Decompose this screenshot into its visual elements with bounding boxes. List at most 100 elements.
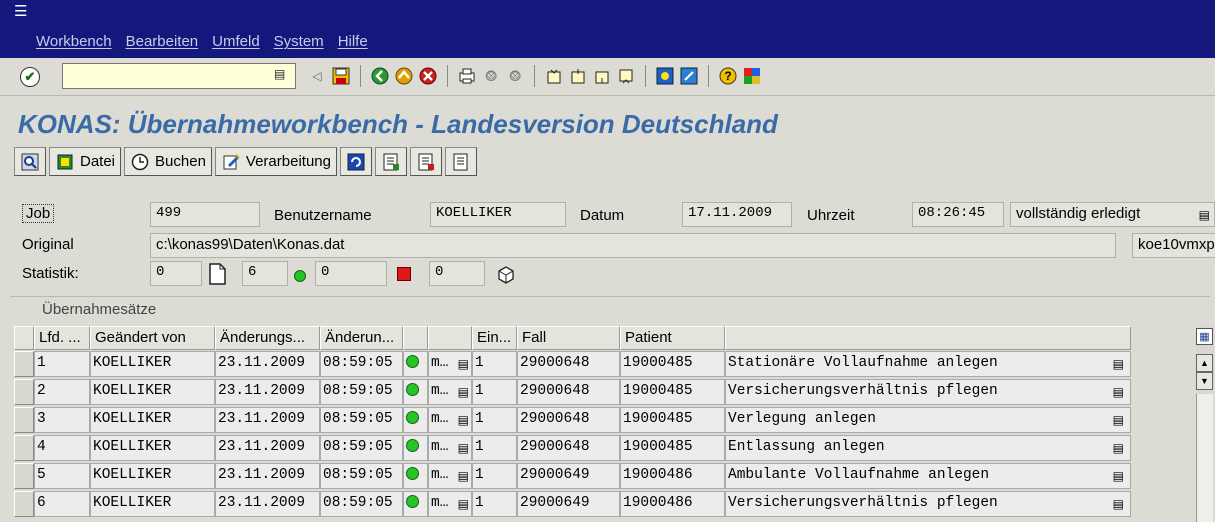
cell-text[interactable]: Entlassung anlegen ▤ — [725, 435, 1131, 461]
cell-m[interactable]: m… ▤ — [428, 351, 472, 377]
buchen-button[interactable]: Buchen — [124, 147, 212, 176]
toolbar-icons: ◁ ⨷ ⨷ ? — [306, 64, 763, 88]
cell-text[interactable]: Versicherungsverhältnis pflegen ▤ — [725, 491, 1131, 517]
cancel-icon[interactable] — [417, 64, 439, 88]
col-header-geaendert-von[interactable]: Geändert von — [90, 326, 215, 350]
scroll-down-button[interactable]: ▼ — [1196, 372, 1213, 390]
datei-button[interactable]: Datei — [49, 147, 122, 176]
value-help-icon[interactable]: ▤ — [1113, 357, 1124, 371]
cell-geaendert-von: KOELLIKER — [90, 435, 215, 461]
stat-green-value: 0 — [315, 261, 387, 286]
list-button-2[interactable] — [409, 147, 442, 176]
status-ok-icon — [403, 463, 428, 489]
col-header-text[interactable] — [725, 326, 1131, 350]
cell-m[interactable]: m… ▤ — [428, 379, 472, 405]
menu-umfeld[interactable]: Umfeld — [212, 33, 260, 50]
col-header-aenderungszeit[interactable]: Änderun... — [320, 326, 403, 350]
menu-workbench[interactable]: Workbench — [36, 33, 112, 50]
table-row[interactable]: 6 KOELLIKER 23.11.2009 08:59:05 m… ▤ 1 29… — [10, 490, 1132, 518]
select-all-header[interactable] — [14, 326, 34, 350]
table-row[interactable]: 5 KOELLIKER 23.11.2009 08:59:05 m… ▤ 1 29… — [10, 462, 1132, 490]
value-help-icon[interactable]: ▤ — [458, 497, 469, 511]
menu-hilfe[interactable]: Hilfe — [338, 33, 368, 50]
table-row[interactable]: 2 KOELLIKER 23.11.2009 08:59:05 m… ▤ 1 29… — [10, 378, 1132, 406]
col-header-patient[interactable]: Patient — [620, 326, 725, 350]
dropdown-icon[interactable]: ▤ — [1199, 208, 1210, 222]
back-icon[interactable] — [369, 64, 391, 88]
new-session-icon[interactable] — [654, 64, 676, 88]
value-help-icon[interactable]: ▤ — [458, 385, 469, 399]
exit-icon[interactable] — [393, 64, 415, 88]
value-help-icon[interactable]: ▤ — [458, 469, 469, 483]
col-header-status[interactable] — [403, 326, 428, 350]
find-icon[interactable]: ⨷ — [480, 64, 502, 88]
cell-text[interactable]: Ambulante Vollaufnahme anlegen ▤ — [725, 463, 1131, 489]
cell-m[interactable]: m… ▤ — [428, 407, 472, 433]
value-help-icon[interactable]: ▤ — [458, 413, 469, 427]
col-header-lfd[interactable]: Lfd. ... — [34, 326, 90, 350]
value-help-icon[interactable]: ▤ — [1113, 497, 1124, 511]
cell-datum: 23.11.2009 — [215, 491, 320, 517]
cell-m[interactable]: m… ▤ — [428, 491, 472, 517]
command-history-icon[interactable]: ▤ — [274, 67, 285, 81]
enter-icon[interactable]: ✔ — [20, 67, 40, 87]
list-icon — [451, 152, 471, 172]
refresh-button[interactable] — [339, 147, 372, 176]
row-selector[interactable] — [14, 379, 34, 405]
value-help-icon[interactable]: ▤ — [458, 441, 469, 455]
value-help-icon[interactable]: ▤ — [1113, 441, 1124, 455]
cell-m-text: m… — [431, 439, 449, 455]
cell-patient: 19000486 — [620, 491, 725, 517]
verarbeitung-button[interactable]: Verarbeitung — [214, 147, 337, 176]
save-icon[interactable] — [330, 64, 352, 88]
table-row[interactable]: 4 KOELLIKER 23.11.2009 08:59:05 m… ▤ 1 29… — [10, 434, 1132, 462]
cell-text[interactable]: Stationäre Vollaufnahme anlegen ▤ — [725, 351, 1131, 377]
row-selector[interactable] — [14, 407, 34, 433]
value-help-icon[interactable]: ▤ — [1113, 413, 1124, 427]
row-selector[interactable] — [14, 351, 34, 377]
menu-system[interactable]: System — [274, 33, 324, 50]
value-help-icon[interactable]: ▤ — [1113, 469, 1124, 483]
scroll-up-button[interactable]: ▲ — [1196, 354, 1213, 372]
cell-text[interactable]: Versicherungsverhältnis pflegen ▤ — [725, 379, 1131, 405]
col-header-m[interactable] — [428, 326, 472, 350]
list-button-1[interactable] — [374, 147, 407, 176]
value-help-icon[interactable]: ▤ — [458, 357, 469, 371]
row-selector[interactable] — [14, 491, 34, 517]
next-page-icon[interactable] — [591, 64, 613, 88]
column-settings-icon[interactable]: ▦ — [1196, 328, 1213, 345]
shortcut-icon[interactable] — [678, 64, 700, 88]
row-selector[interactable] — [14, 463, 34, 489]
collapse-icon[interactable]: ◁ — [306, 64, 328, 88]
cell-m[interactable]: m… ▤ — [428, 435, 472, 461]
cell-m-text: m… — [431, 495, 449, 511]
list-button-3[interactable] — [444, 147, 477, 176]
layout-icon[interactable] — [741, 64, 763, 88]
print-icon[interactable] — [456, 64, 478, 88]
cell-m[interactable]: m… ▤ — [428, 463, 472, 489]
cell-patient: 19000485 — [620, 407, 725, 433]
value-help-icon[interactable]: ▤ — [1113, 385, 1124, 399]
help-icon[interactable]: ? — [717, 64, 739, 88]
cell-lfd: 2 — [34, 379, 90, 405]
first-page-icon[interactable] — [543, 64, 565, 88]
table-row[interactable]: 3 KOELLIKER 23.11.2009 08:59:05 m… ▤ 1 29… — [10, 406, 1132, 434]
status-field[interactable]: vollständig erledigt ▤ — [1010, 202, 1215, 227]
row-selector[interactable] — [14, 435, 34, 461]
command-field[interactable] — [62, 63, 296, 89]
menu-bearbeiten[interactable]: Bearbeiten — [126, 33, 199, 50]
prev-page-icon[interactable] — [567, 64, 589, 88]
col-header-fall[interactable]: Fall — [517, 326, 620, 350]
svg-text:?: ? — [724, 69, 731, 83]
refresh-icon — [346, 152, 366, 172]
datum-value: 17.11.2009 — [682, 202, 792, 227]
last-page-icon[interactable] — [615, 64, 637, 88]
col-header-aenderungsdatum[interactable]: Änderungs... — [215, 326, 320, 350]
find-next-icon[interactable]: ⨷ — [504, 64, 526, 88]
col-header-ein[interactable]: Ein... — [472, 326, 517, 350]
scrollbar-track[interactable] — [1196, 394, 1213, 522]
system-menu-icon[interactable]: ☰ — [14, 2, 27, 20]
cell-text[interactable]: Verlegung anlegen ▤ — [725, 407, 1131, 433]
table-row[interactable]: 1 KOELLIKER 23.11.2009 08:59:05 m… ▤ 1 29… — [10, 350, 1132, 378]
display-button[interactable] — [14, 147, 46, 176]
